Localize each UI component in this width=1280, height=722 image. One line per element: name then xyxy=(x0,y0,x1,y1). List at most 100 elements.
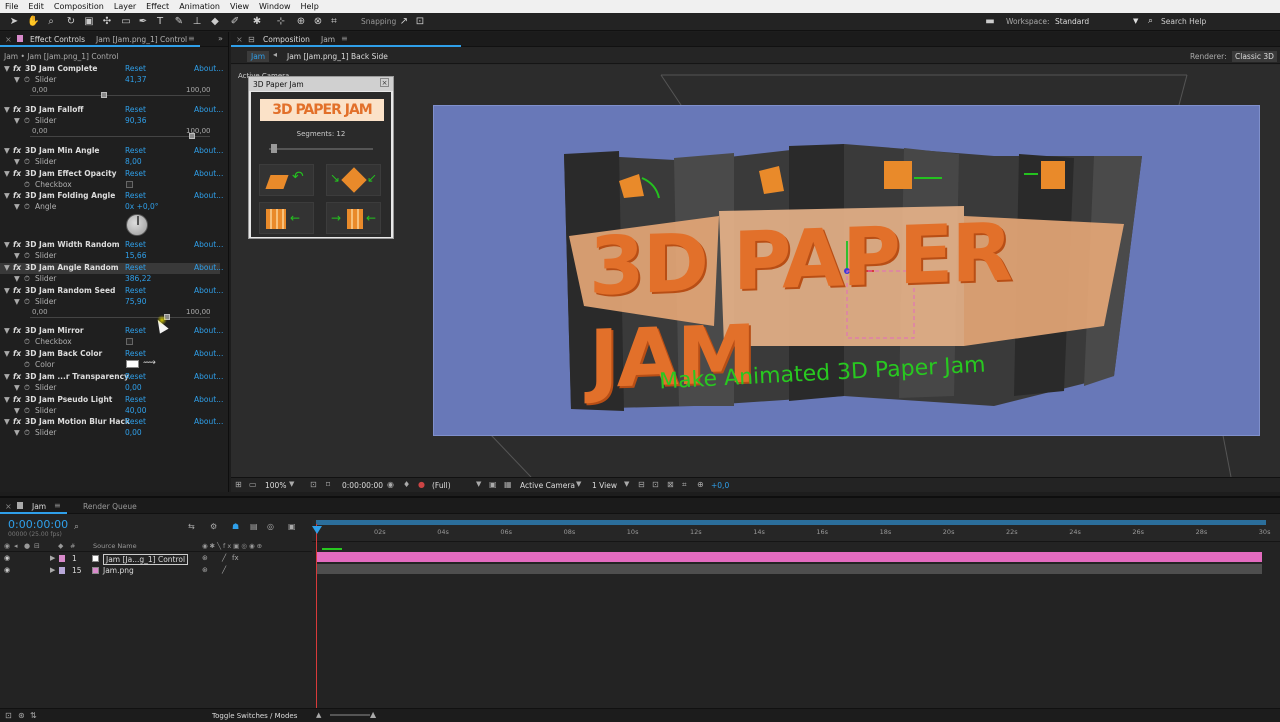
menu-composition[interactable]: Composition xyxy=(49,2,109,11)
effect-about-link[interactable]: About... xyxy=(194,417,223,426)
expand-triangle-icon[interactable]: ▼ xyxy=(4,326,10,335)
zoom-out-icon[interactable]: ▲ xyxy=(316,711,321,719)
transfer-controls-icon[interactable]: ⊛ xyxy=(18,711,25,720)
menu-window[interactable]: Window xyxy=(254,2,296,11)
quality-switch-icon[interactable]: ╱ xyxy=(222,554,226,562)
expand-triangle-icon[interactable]: ▼ xyxy=(14,157,20,166)
effect-reset-link[interactable]: Reset xyxy=(125,105,146,114)
view-chevron-down-icon[interactable]: ▼ xyxy=(624,480,629,488)
zoom-in-icon[interactable]: ▲ xyxy=(370,710,376,719)
expand-triangle-icon[interactable]: ▼ xyxy=(14,202,20,211)
reset-exposure-icon[interactable]: ⊕ xyxy=(697,480,704,489)
stopwatch-icon[interactable]: ⏱ xyxy=(24,251,30,261)
current-time[interactable]: 0:00:00:00 xyxy=(342,481,383,490)
expand-triangle-icon[interactable]: ▼ xyxy=(4,64,10,73)
expand-triangle-icon[interactable]: ▼ xyxy=(14,75,20,84)
rectangle-tool-icon[interactable]: ▭ xyxy=(120,16,132,28)
effect-row[interactable]: ▼ fx 3D Jam Min Angle Reset About... xyxy=(0,146,223,157)
effect-about-link[interactable]: About... xyxy=(194,64,223,73)
fx-toggle-icon[interactable]: fx xyxy=(13,64,21,73)
quality-switch-icon[interactable]: ╱ xyxy=(222,566,226,574)
stopwatch-icon[interactable]: ⏱ xyxy=(24,360,30,370)
expand-triangle-icon[interactable]: ▼ xyxy=(14,428,20,437)
panel-expand-icon[interactable]: » xyxy=(218,34,223,43)
composition-mini-flowchart-icon[interactable]: ⇆ xyxy=(188,522,195,531)
effect-row[interactable]: ▼ fx 3D Jam ...r Transparency Reset About... xyxy=(0,372,223,383)
effect-row[interactable]: ▼ fx 3D Jam Back Color Reset About... xyxy=(0,349,223,360)
stopwatch-icon[interactable]: ⏱ xyxy=(24,383,30,393)
view-layout-dropdown[interactable]: 1 View xyxy=(592,481,617,490)
stopwatch-icon[interactable]: ⏱ xyxy=(24,116,30,126)
effect-checkbox[interactable] xyxy=(126,338,133,345)
menu-file[interactable]: File xyxy=(0,2,23,11)
renderer-value[interactable]: Classic 3D xyxy=(1232,51,1277,62)
layer-switches-icon[interactable]: ⊡ xyxy=(5,711,12,720)
motion-blur-icon[interactable]: ◎ xyxy=(267,522,274,531)
expand-triangle-icon[interactable]: ▼ xyxy=(14,251,20,260)
zoom-level[interactable]: 100% xyxy=(265,481,286,490)
panel-menu-icon[interactable]: ≡ xyxy=(188,34,195,43)
composition-tab[interactable]: Composition xyxy=(263,35,310,44)
hide-shy-layers-icon[interactable]: ☗ xyxy=(232,522,239,531)
expand-triangle-icon[interactable]: ▼ xyxy=(4,263,10,272)
expand-triangle-icon[interactable]: ▼ xyxy=(14,406,20,415)
effect-about-link[interactable]: About... xyxy=(194,286,223,295)
expand-triangle-icon[interactable]: ▼ xyxy=(14,383,20,392)
color-channel-icon[interactable]: ● xyxy=(418,480,425,489)
camera-tool-icon[interactable]: ▣ xyxy=(83,16,95,28)
effect-about-link[interactable]: About... xyxy=(194,263,223,272)
pen-tool-icon[interactable]: ✒ xyxy=(137,16,149,28)
effect-row[interactable]: ▼ fx 3D Jam Falloff Reset About... xyxy=(0,105,223,116)
zoom-tool-icon[interactable]: ⌕ xyxy=(45,16,57,28)
toggle-switches-modes[interactable]: Toggle Switches / Modes xyxy=(212,712,297,720)
stopwatch-icon[interactable]: ⏱ xyxy=(24,337,30,347)
back-color-swatch[interactable] xyxy=(126,360,139,368)
eraser-tool-icon[interactable]: ◆ xyxy=(209,16,221,28)
resolution-dropdown[interactable]: (Full) xyxy=(432,481,451,490)
snapping-options-icon[interactable]: ⊡ xyxy=(414,16,426,28)
folding-angle-dial[interactable] xyxy=(126,214,148,236)
fx-toggle-icon[interactable]: fx xyxy=(13,146,21,155)
effect-about-link[interactable]: About... xyxy=(194,169,223,178)
effect-about-link[interactable]: About... xyxy=(194,349,223,358)
monitor-icon[interactable]: ▭ xyxy=(249,480,257,489)
effect-reset-link[interactable]: Reset xyxy=(125,191,146,200)
effect-reset-link[interactable]: Reset xyxy=(125,372,146,381)
segments-slider-track[interactable] xyxy=(269,148,373,150)
stopwatch-icon[interactable]: ⏱ xyxy=(24,274,30,284)
menu-help[interactable]: Help xyxy=(296,2,324,11)
fx-toggle-icon[interactable]: fx xyxy=(13,263,21,272)
panel-close-icon[interactable]: × xyxy=(5,502,12,511)
work-area-bar[interactable] xyxy=(316,520,1266,525)
effect-reset-link[interactable]: Reset xyxy=(125,263,146,272)
effect-about-link[interactable]: About... xyxy=(194,240,223,249)
timeline-icon[interactable]: ⊠ xyxy=(667,480,674,489)
effect-reset-link[interactable]: Reset xyxy=(125,417,146,426)
fast-previews-icon[interactable]: ⊡ xyxy=(652,480,659,489)
region-of-interest-icon[interactable]: ▣ xyxy=(489,480,497,489)
effect-row[interactable]: ▼ fx 3D Jam Complete Reset About... xyxy=(0,64,223,75)
property-value[interactable]: 41,37 xyxy=(125,75,146,84)
property-value[interactable]: 0,00 xyxy=(125,428,142,437)
preset-fold-1-button[interactable]: ↶ xyxy=(259,164,314,196)
expand-triangle-icon[interactable]: ▼ xyxy=(4,349,10,358)
panel-close-icon[interactable]: × xyxy=(5,35,12,44)
shy-switch-icon[interactable]: ⊛ xyxy=(202,566,208,574)
resolution-chevron-down-icon[interactable]: ▼ xyxy=(476,480,481,488)
view-axis-icon[interactable]: ⊗ xyxy=(312,16,324,28)
effect-reset-link[interactable]: Reset xyxy=(125,395,146,404)
mask-visibility-icon[interactable]: ⌑ xyxy=(326,480,330,489)
expand-triangle-icon[interactable]: ▼ xyxy=(14,116,20,125)
effect-row[interactable]: ▼ fx 3D Jam Effect Opacity Reset About... xyxy=(0,169,223,180)
preset-fold-2-button[interactable]: ↘ ↙ xyxy=(326,164,381,196)
effect-about-link[interactable]: About... xyxy=(194,191,223,200)
show-snapshot-icon[interactable]: ♦ xyxy=(403,480,410,489)
expand-triangle-icon[interactable]: ▼ xyxy=(4,286,10,295)
axis-mode-icon[interactable]: ⌗ xyxy=(328,16,340,28)
effect-about-link[interactable]: About... xyxy=(194,146,223,155)
effect-controls-target[interactable]: Jam [Jam.png_1] Control xyxy=(96,35,187,44)
fx-toggle-icon[interactable]: fx xyxy=(13,105,21,114)
time-ruler[interactable]: 02s 04s 06s 08s 10s 12s 14s 16s 18s 20s 22s 24s 26s 2… xyxy=(312,520,1280,542)
layer-bar-control[interactable] xyxy=(316,552,1262,562)
lock-switch-icon[interactable]: ⊟ xyxy=(34,542,40,550)
